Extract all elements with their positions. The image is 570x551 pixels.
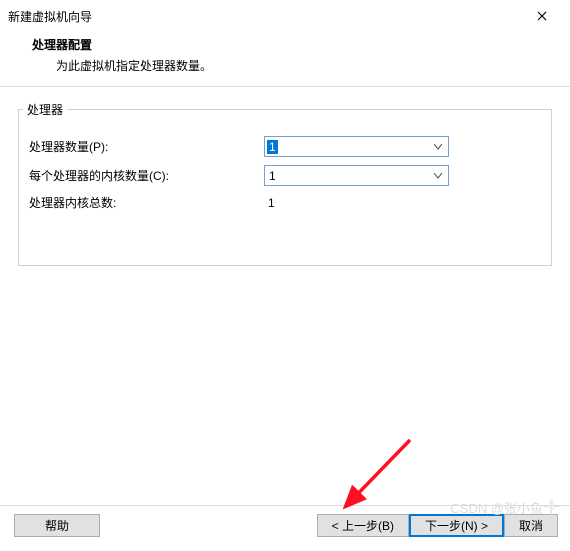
- close-button[interactable]: [522, 4, 562, 28]
- row-total: 处理器内核总数: 1: [19, 190, 551, 215]
- cancel-button[interactable]: 取消: [504, 514, 558, 537]
- chevron-down-icon: [428, 173, 448, 179]
- cores-value: 1: [265, 169, 280, 183]
- processors-label: 处理器数量(P):: [29, 138, 264, 155]
- wizard-body: 处理器 处理器数量(P): 1 每个处理器的内核数量(C): 1: [0, 87, 570, 266]
- wizard-header: 处理器配置 为此虚拟机指定处理器数量。: [0, 32, 570, 86]
- cores-label: 每个处理器的内核数量(C):: [29, 167, 264, 184]
- processors-value: 1: [267, 140, 278, 154]
- row-cores: 每个处理器的内核数量(C): 1: [19, 161, 551, 190]
- back-button[interactable]: < 上一步(B): [317, 514, 409, 537]
- page-title: 处理器配置: [32, 36, 550, 53]
- window-title: 新建虚拟机向导: [8, 8, 92, 25]
- cores-combobox[interactable]: 1: [264, 165, 449, 186]
- group-legend: 处理器: [23, 101, 67, 118]
- total-value: 1: [264, 196, 454, 210]
- processor-group: 处理器 处理器数量(P): 1 每个处理器的内核数量(C): 1: [18, 101, 552, 266]
- chevron-down-icon: [428, 144, 448, 150]
- page-subtitle: 为此虚拟机指定处理器数量。: [56, 57, 550, 74]
- help-button[interactable]: 帮助: [14, 514, 100, 537]
- processors-combobox[interactable]: 1: [264, 136, 449, 157]
- close-icon: [537, 11, 547, 21]
- titlebar: 新建虚拟机向导: [0, 0, 570, 32]
- row-processors: 处理器数量(P): 1: [19, 132, 551, 161]
- total-label: 处理器内核总数:: [29, 194, 264, 211]
- wizard-footer: 帮助 < 上一步(B) 下一步(N) > 取消: [0, 505, 570, 537]
- next-button[interactable]: 下一步(N) >: [409, 514, 504, 537]
